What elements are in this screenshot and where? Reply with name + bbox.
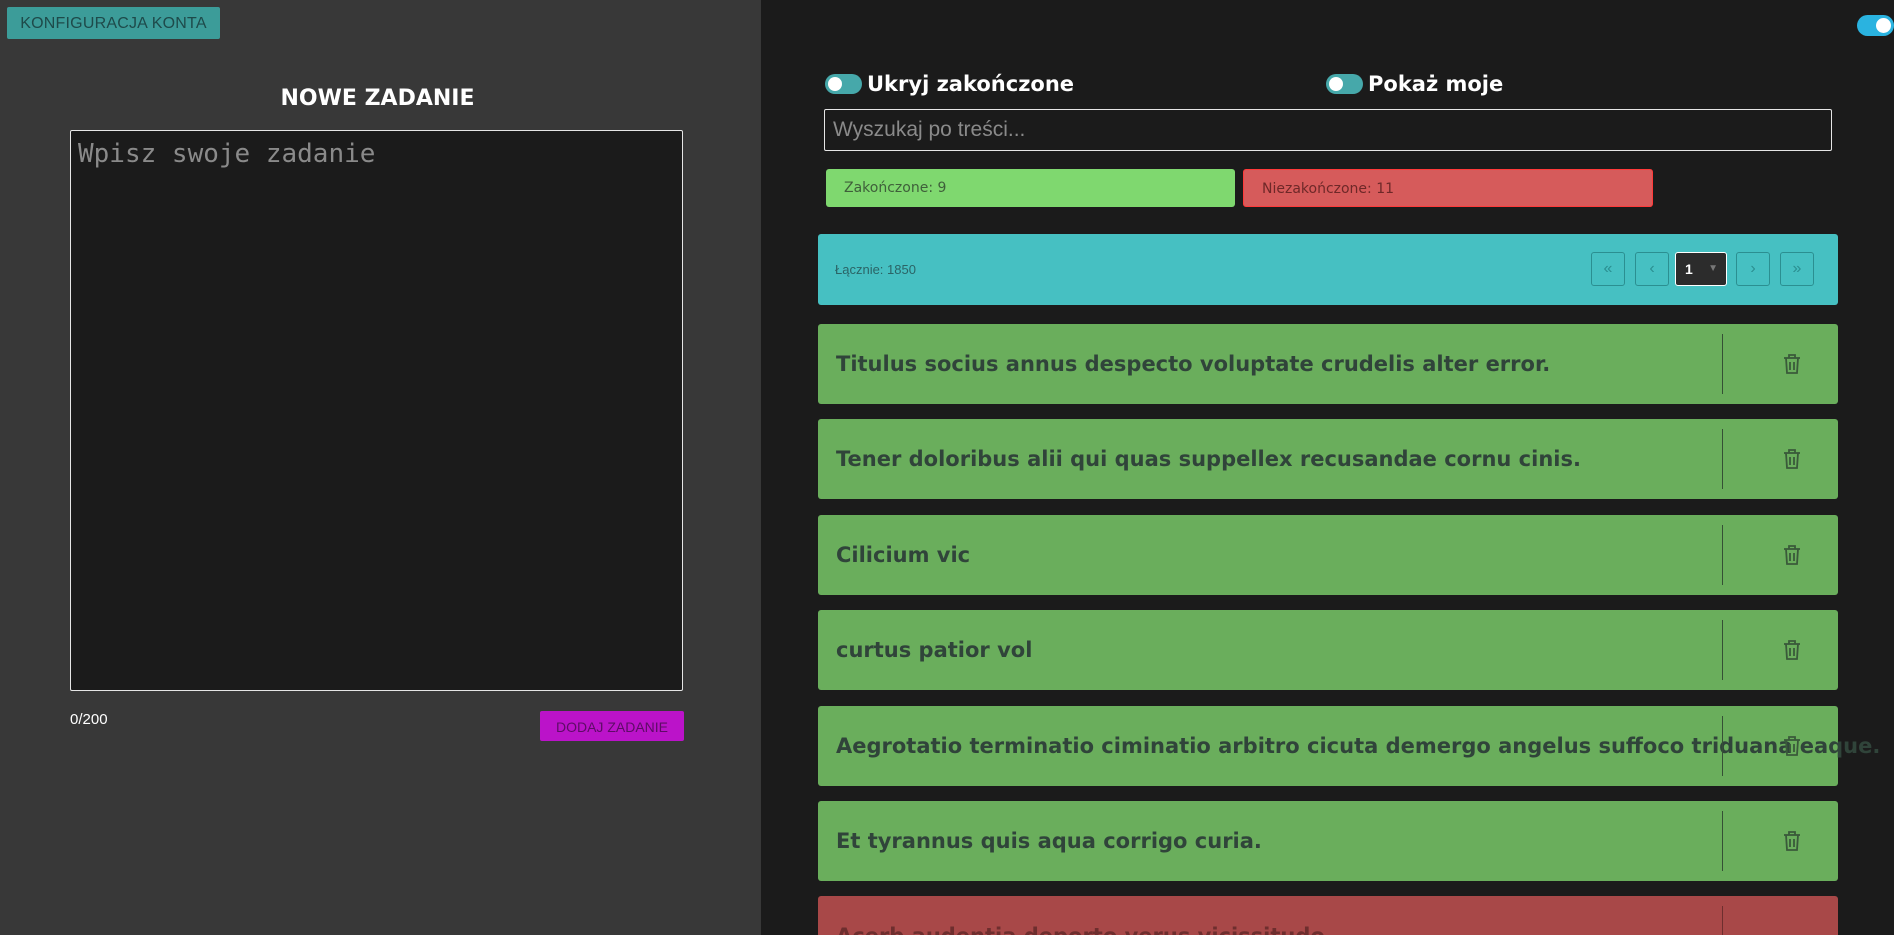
task-item: Aegrotatio terminatio ciminatio arbitro …: [818, 706, 1880, 786]
pagination-bar: Łącznie: 1850 « ‹ 1 ▼ › »: [818, 234, 1838, 305]
task-item: Acerb audentia deporto verus vicissitudo: [818, 896, 1838, 935]
hide-completed-label: Ukryj zakończone: [867, 72, 1075, 96]
task-text[interactable]: Aegrotatio terminatio ciminatio arbitro …: [836, 706, 1880, 786]
task-item: Cilicium vic: [818, 515, 1838, 595]
task-input[interactable]: [70, 130, 683, 691]
last-page-button[interactable]: »: [1780, 252, 1814, 286]
new-task-title: NOWE ZADANIE: [280, 86, 475, 111]
first-page-button[interactable]: «: [1591, 252, 1625, 286]
double-chevron-left-icon: «: [1603, 260, 1613, 277]
chevron-right-icon: ›: [1750, 260, 1756, 277]
switch-knob: [828, 77, 842, 91]
theme-toggle[interactable]: [1857, 15, 1894, 36]
add-task-button[interactable]: DODAJ ZADANIE: [540, 711, 684, 741]
page-select-value: 1: [1685, 261, 1693, 277]
task-item: Titulus socius annus despecto voluptate …: [818, 324, 1838, 404]
trash-icon[interactable]: [1782, 639, 1802, 661]
uncompleted-count-badge[interactable]: Niezakończone: 11: [1243, 169, 1653, 207]
task-item: Et tyrannus quis aqua corrigo curia.: [818, 801, 1838, 881]
total-count: Łącznie: 1850: [835, 262, 916, 277]
trash-icon[interactable]: [1782, 448, 1802, 470]
next-page-button[interactable]: ›: [1736, 252, 1770, 286]
task-text[interactable]: Et tyrannus quis aqua corrigo curia.: [836, 801, 1262, 881]
double-chevron-right-icon: »: [1792, 260, 1802, 277]
task-text[interactable]: Cilicium vic: [836, 515, 970, 595]
page-select[interactable]: 1 ▼: [1675, 252, 1727, 286]
trash-icon[interactable]: [1782, 544, 1802, 566]
new-task-panel: KONFIGURACJA KONTA NOWE ZADANIE 0/200 DO…: [0, 0, 761, 935]
char-counter: 0/200: [70, 711, 108, 728]
trash-icon[interactable]: [1782, 830, 1802, 852]
prev-page-button[interactable]: ‹: [1635, 252, 1669, 286]
hide-completed-switch[interactable]: [825, 74, 862, 94]
show-mine-label: Pokaż moje: [1368, 72, 1504, 96]
divider: [1722, 620, 1723, 680]
divider: [1722, 811, 1723, 871]
divider: [1722, 334, 1723, 394]
divider: [1722, 525, 1723, 585]
chevron-down-icon: ▼: [1708, 263, 1718, 274]
search-input[interactable]: [824, 109, 1832, 151]
task-text[interactable]: Acerb audentia deporto verus vicissitudo: [836, 896, 1325, 935]
switch-knob: [1329, 77, 1343, 91]
task-text[interactable]: curtus patior vol: [836, 610, 1032, 690]
divider: [1722, 429, 1723, 489]
completed-count-badge[interactable]: Zakończone: 9: [826, 169, 1235, 207]
task-text[interactable]: Titulus socius annus despecto voluptate …: [836, 324, 1550, 404]
divider: [1722, 906, 1723, 935]
show-mine-switch[interactable]: [1326, 74, 1363, 94]
trash-icon[interactable]: [1782, 353, 1802, 375]
task-text[interactable]: Tener doloribus alii qui quas suppellex …: [836, 419, 1581, 499]
divider: [1722, 716, 1723, 776]
task-item: curtus patior vol: [818, 610, 1838, 690]
trash-icon[interactable]: [1782, 735, 1802, 757]
account-config-button[interactable]: KONFIGURACJA KONTA: [7, 7, 220, 39]
toggle-knob: [1876, 18, 1891, 33]
task-item: Tener doloribus alii qui quas suppellex …: [818, 419, 1838, 499]
chevron-left-icon: ‹: [1649, 260, 1655, 277]
